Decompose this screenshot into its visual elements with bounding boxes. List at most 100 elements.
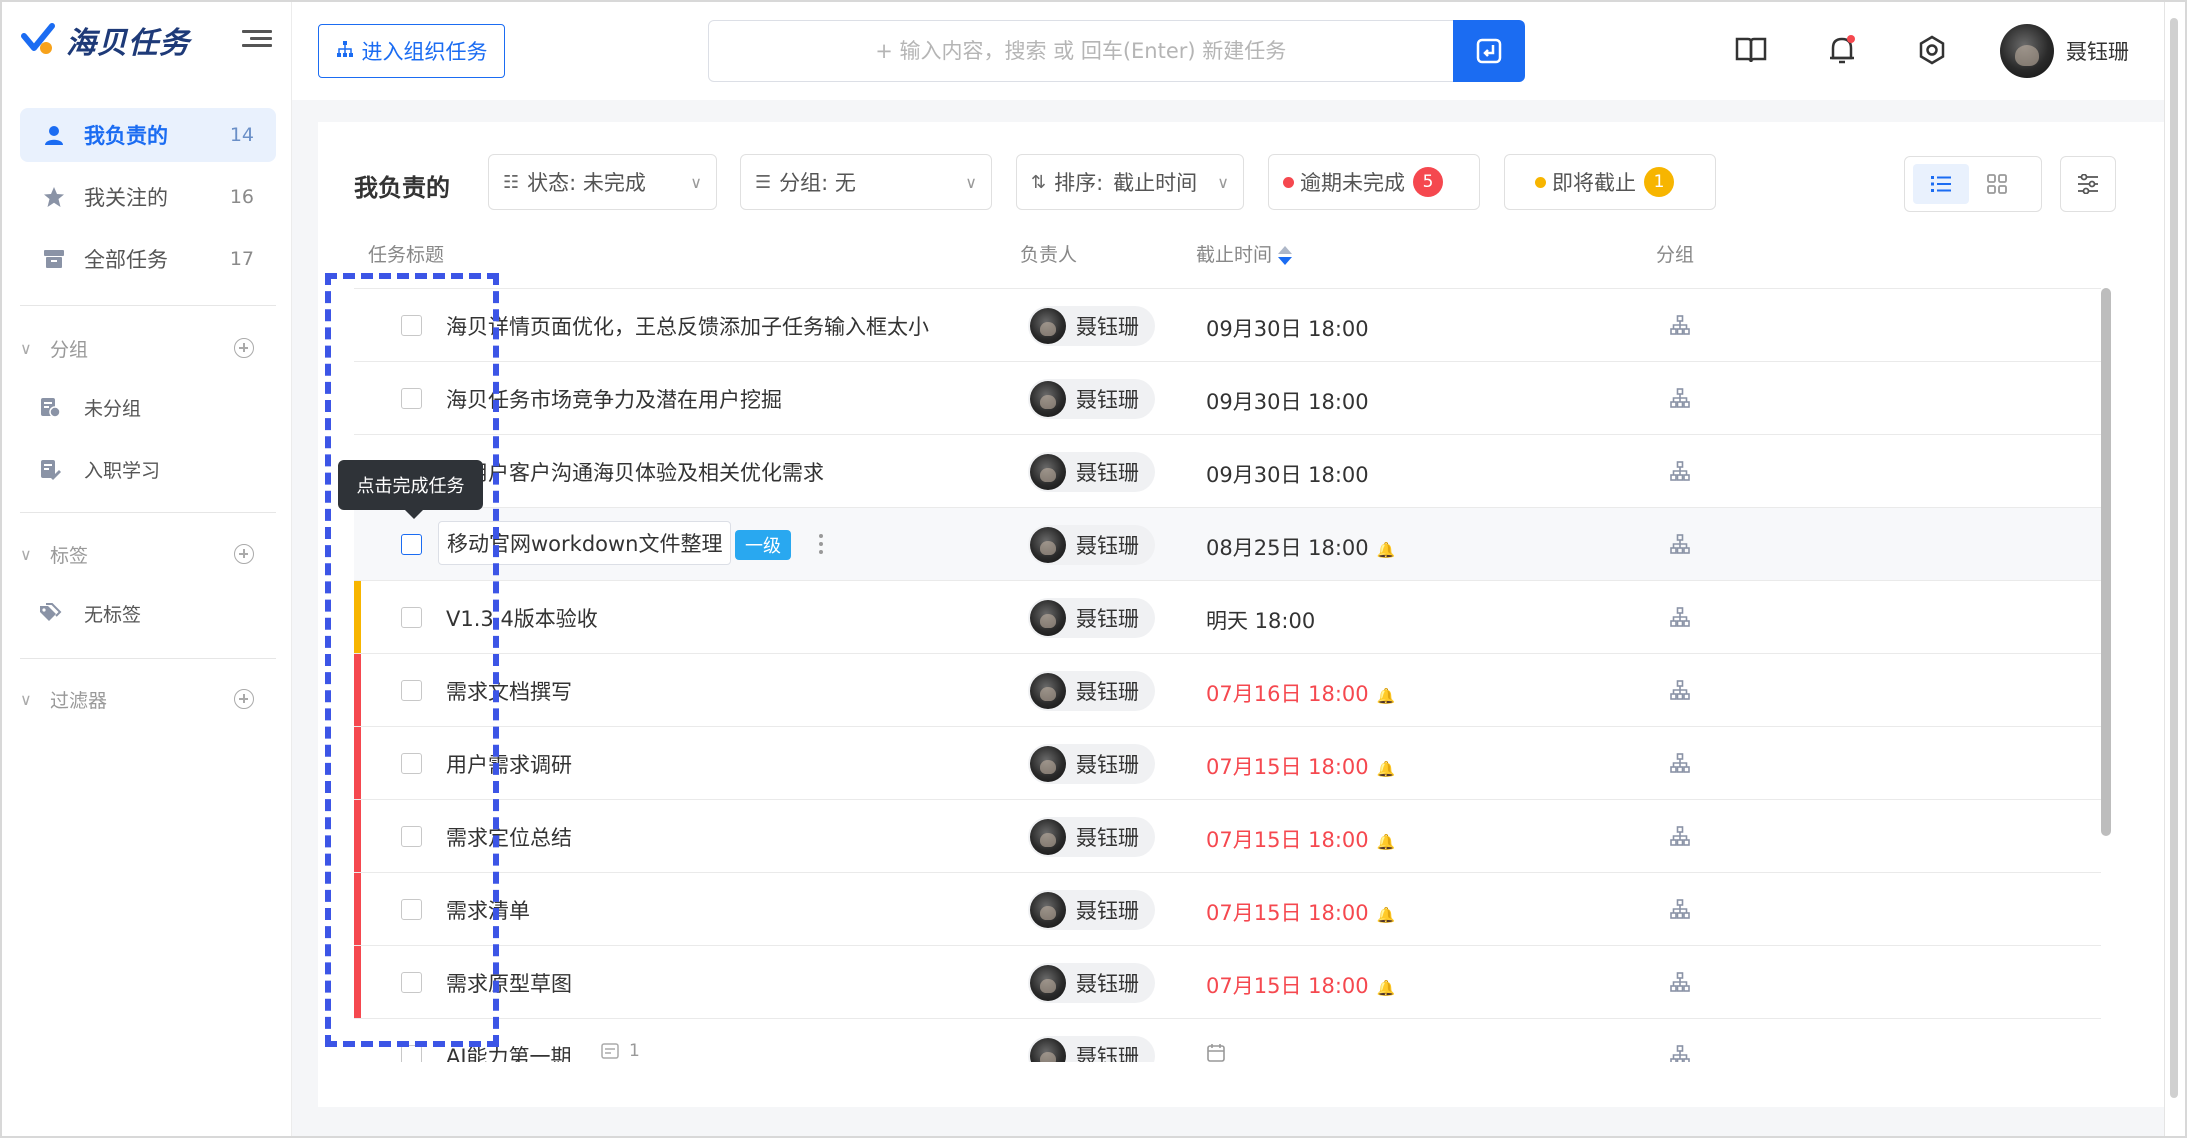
due-time[interactable]: 09月30日 18:00 <box>1206 386 1369 416</box>
task-row[interactable]: V1.3.4版本验收 聂钰珊 明天 18:00 <box>354 581 2101 654</box>
group-tree-icon[interactable] <box>1670 461 1690 485</box>
task-list-scrollbar[interactable] <box>2101 288 2111 836</box>
group-tree-icon[interactable] <box>1670 1045 1690 1062</box>
sort-dropdown[interactable]: ⇅ 排序: 截止时间 ∨ <box>1016 154 1244 210</box>
assignee-chip[interactable]: 聂钰珊 <box>1028 452 1155 492</box>
sidebar-item-followed[interactable]: 我关注的 16 <box>20 170 276 224</box>
task-title[interactable]: 与用户客户沟通海贝体验及相关优化需求 <box>446 457 824 487</box>
group-tree-icon[interactable] <box>1670 680 1690 704</box>
complete-task-checkbox[interactable] <box>401 826 422 847</box>
due-time[interactable]: 07月15日 18:00 🔔 <box>1206 751 1395 781</box>
due-time[interactable]: 07月16日 18:00 🔔 <box>1206 678 1395 708</box>
section-filter[interactable]: ∨ 过滤器 <box>20 679 276 719</box>
due-time[interactable]: 07月15日 18:00 🔔 <box>1206 897 1395 927</box>
due-time[interactable]: 08月25日 18:00 🔔 <box>1206 532 1395 562</box>
list-view-icon[interactable] <box>1913 164 1969 204</box>
complete-task-checkbox[interactable] <box>401 1045 422 1062</box>
enter-submit-button[interactable] <box>1452 19 1525 82</box>
task-row[interactable]: 移动官网workdown文件整理 一级 聂钰珊 08月25日 18:00 🔔 <box>354 508 2101 581</box>
group-tree-icon[interactable] <box>1670 315 1690 339</box>
task-title[interactable]: 需求文档撰写 <box>446 676 572 706</box>
group-tree-icon[interactable] <box>1670 388 1690 412</box>
assignee-chip[interactable]: 聂钰珊 <box>1028 379 1155 419</box>
task-title[interactable]: 移动官网workdown文件整理 <box>438 521 732 565</box>
add-tag-icon[interactable] <box>234 544 254 564</box>
group-tree-icon[interactable] <box>1670 607 1690 631</box>
task-row[interactable]: 与用户客户沟通海贝体验及相关优化需求 聂钰珊 09月30日 18:00 <box>354 435 2101 508</box>
overdue-filter-button[interactable]: 逾期未完成 5 <box>1268 154 1480 210</box>
group-tree-icon[interactable] <box>1670 753 1690 777</box>
sort-arrows-icon[interactable] <box>1278 245 1293 267</box>
sidebar-item-onboarding[interactable]: 入职学习 <box>38 449 160 489</box>
complete-task-checkbox[interactable] <box>401 680 422 701</box>
section-tag[interactable]: ∨ 标签 <box>20 534 276 574</box>
task-row[interactable]: 需求文档撰写 聂钰珊 07月16日 18:00 🔔 <box>354 654 2101 727</box>
complete-task-checkbox[interactable] <box>401 899 422 920</box>
enter-org-tasks-button[interactable]: 进入组织任务 <box>318 24 505 78</box>
section-group[interactable]: ∨ 分组 <box>20 328 276 368</box>
task-row[interactable]: 需求清单 聂钰珊 07月15日 18:00 🔔 <box>354 873 2101 946</box>
task-row[interactable]: 海贝任务市场竞争力及潜在用户挖掘 聂钰珊 09月30日 18:00 <box>354 362 2101 435</box>
assignee-chip[interactable]: 聂钰珊 <box>1028 817 1155 857</box>
settings-gear-icon[interactable] <box>1914 32 1950 68</box>
task-title[interactable]: 海贝详情页面优化，王总反馈添加子任务输入框太小 <box>446 311 929 341</box>
collapse-sidebar-icon[interactable] <box>242 26 272 52</box>
due-time[interactable]: 07月15日 18:00 🔔 <box>1206 824 1395 854</box>
user-avatar[interactable] <box>2000 24 2054 78</box>
assignee-chip[interactable]: 聂钰珊 <box>1028 598 1155 638</box>
assignee-chip[interactable]: 聂钰珊 <box>1028 306 1155 346</box>
task-row[interactable]: AI能力第一期 1 聂钰珊 <box>354 1019 2101 1062</box>
add-filter-icon[interactable] <box>234 689 254 709</box>
task-title[interactable]: 需求清单 <box>446 895 530 925</box>
complete-task-checkbox[interactable] <box>401 753 422 774</box>
assignee-chip[interactable]: 聂钰珊 <box>1028 744 1155 784</box>
task-title[interactable]: AI能力第一期 <box>446 1041 572 1062</box>
assignee-chip[interactable]: 聂钰珊 <box>1028 671 1155 711</box>
task-title[interactable]: 用户需求调研 <box>446 749 572 779</box>
complete-task-checkbox[interactable] <box>401 972 422 993</box>
due-soon-filter-button[interactable]: 即将截止 1 <box>1504 154 1716 210</box>
group-tree-icon[interactable] <box>1670 972 1690 996</box>
notification-bell-icon[interactable] <box>1824 32 1860 68</box>
set-due-date-icon[interactable] <box>1206 1043 1226 1062</box>
task-title[interactable]: 需求原型草图 <box>446 968 572 998</box>
column-settings-button[interactable] <box>2060 156 2116 212</box>
book-icon[interactable] <box>1733 32 1769 68</box>
status-filter-dropdown[interactable]: ☷ 状态: 未完成 ∨ <box>488 154 717 210</box>
group-tree-icon[interactable] <box>1670 534 1690 558</box>
complete-task-checkbox[interactable] <box>401 315 422 336</box>
due-time[interactable]: 07月15日 18:00 🔔 <box>1206 970 1395 1000</box>
column-header-due[interactable]: 截止时间 <box>1196 240 1293 267</box>
due-time[interactable]: 09月30日 18:00 <box>1206 313 1369 343</box>
task-title[interactable]: 需求定位总结 <box>446 822 572 852</box>
search-input[interactable] <box>709 21 1453 81</box>
task-title[interactable]: 海贝任务市场竞争力及潜在用户挖掘 <box>446 384 782 414</box>
task-row[interactable]: 需求定位总结 聂钰珊 07月15日 18:00 🔔 <box>354 800 2101 873</box>
assignee-chip[interactable]: 聂钰珊 <box>1028 890 1155 930</box>
task-title[interactable]: V1.3.4版本验收 <box>446 603 598 633</box>
complete-task-checkbox[interactable] <box>401 607 422 628</box>
group-tree-icon[interactable] <box>1670 899 1690 923</box>
assignee-chip[interactable]: 聂钰珊 <box>1028 525 1155 565</box>
group-filter-dropdown[interactable]: ☰ 分组: 无 ∨ <box>740 154 992 210</box>
app-logo[interactable]: 海贝任务 <box>20 18 190 62</box>
complete-task-checkbox[interactable] <box>401 388 422 409</box>
sidebar-item-no-tag[interactable]: 无标签 <box>38 593 141 633</box>
grid-view-icon[interactable] <box>1969 164 2025 204</box>
group-tree-icon[interactable] <box>1670 826 1690 850</box>
task-row[interactable]: 用户需求调研 聂钰珊 07月15日 18:00 🔔 <box>354 727 2101 800</box>
window-scrollbar[interactable] <box>2164 2 2185 1136</box>
sidebar-item-ungrouped[interactable]: 未分组 <box>38 387 141 427</box>
complete-task-checkbox[interactable] <box>401 534 422 555</box>
more-options-icon[interactable] <box>816 530 826 560</box>
user-name[interactable]: 聂钰珊 <box>2066 36 2129 66</box>
assignee-chip[interactable]: 聂钰珊 <box>1028 963 1155 1003</box>
due-time[interactable]: 明天 18:00 <box>1206 605 1315 635</box>
add-group-icon[interactable] <box>234 338 254 358</box>
due-time[interactable]: 09月30日 18:00 <box>1206 459 1369 489</box>
sidebar-item-mine[interactable]: 我负责的 14 <box>20 108 276 162</box>
task-row[interactable]: 海贝详情页面优化，王总反馈添加子任务输入框太小 聂钰珊 09月30日 18:00 <box>354 289 2101 362</box>
assignee-chip[interactable]: 聂钰珊 <box>1028 1036 1155 1062</box>
task-row[interactable]: 需求原型草图 聂钰珊 07月15日 18:00 🔔 <box>354 946 2101 1019</box>
sidebar-item-all[interactable]: 全部任务 17 <box>20 232 276 286</box>
